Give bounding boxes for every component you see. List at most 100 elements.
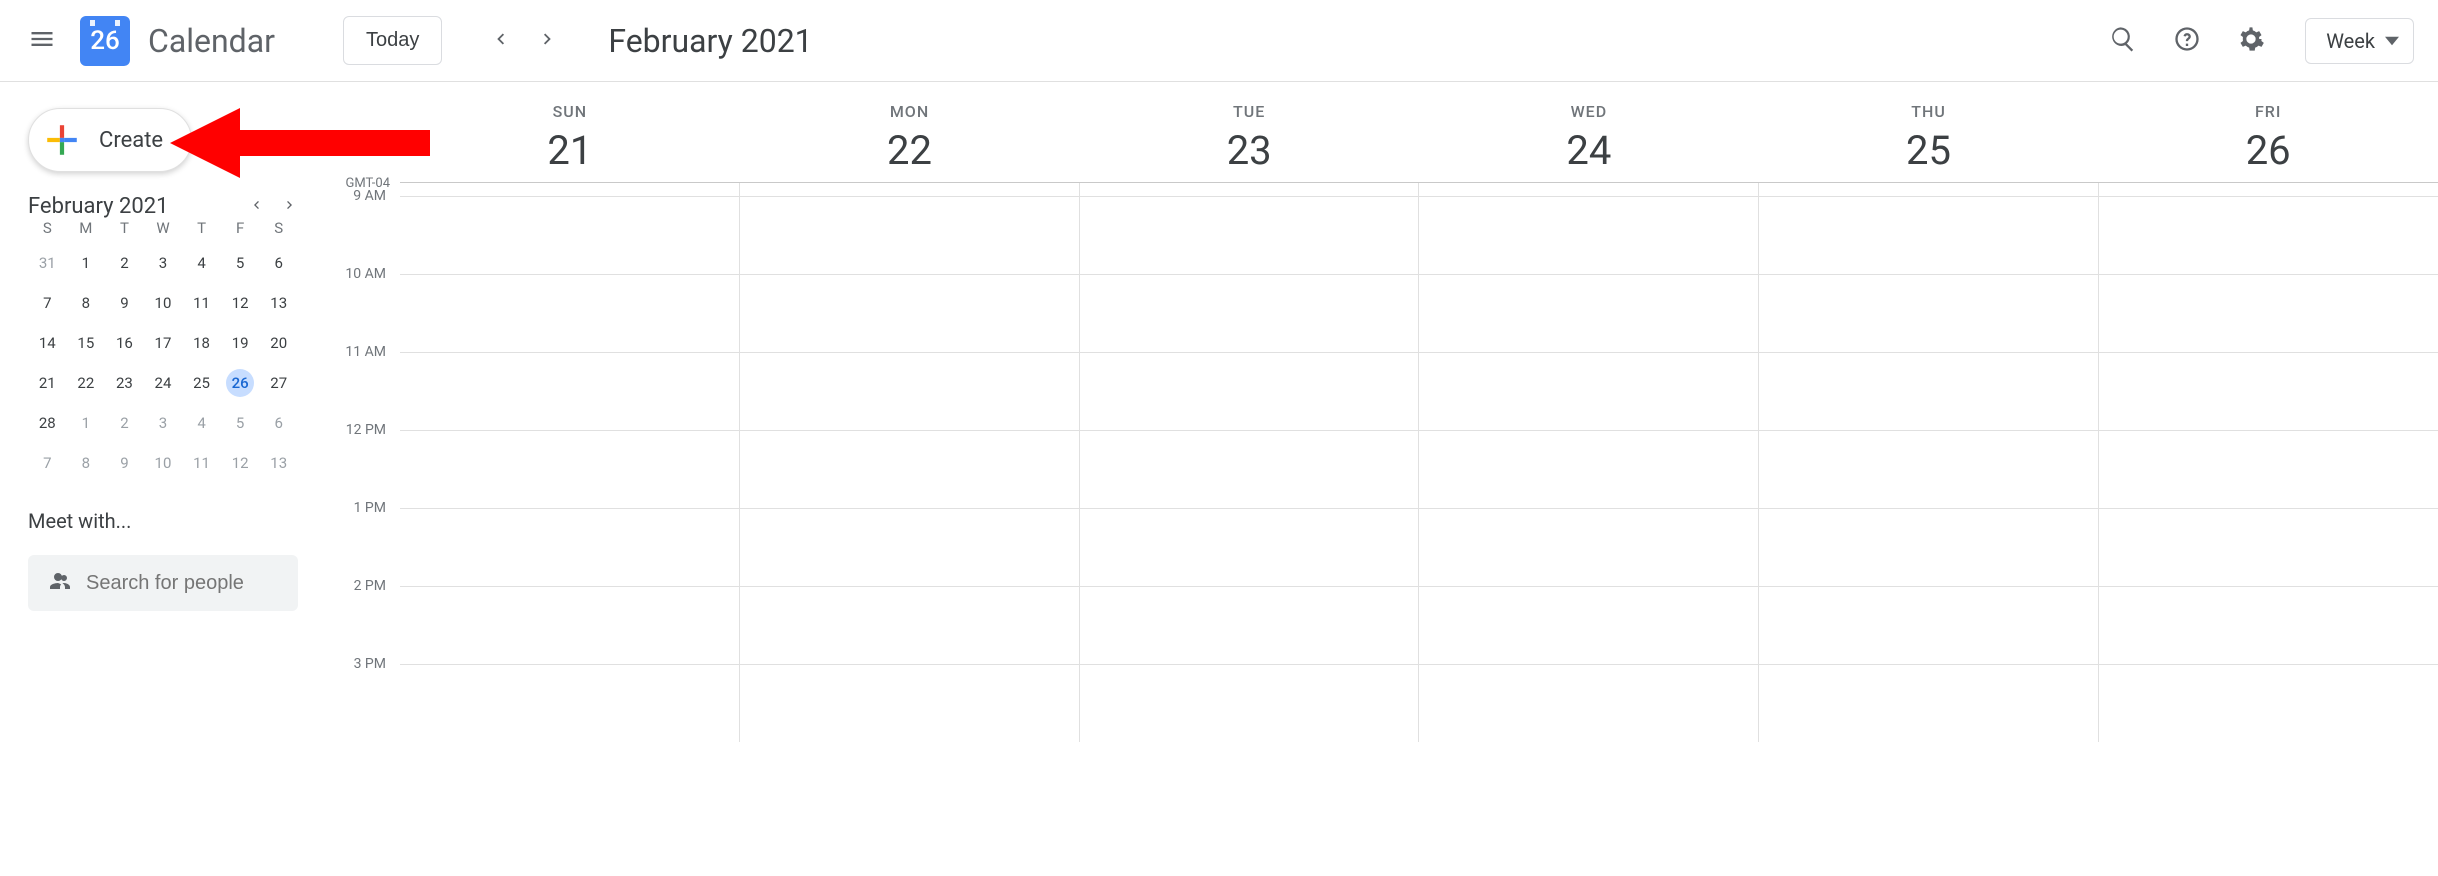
time-cell[interactable] xyxy=(1079,587,1419,664)
mini-day-cell[interactable]: 4 xyxy=(182,249,221,277)
mini-day-cell[interactable]: 8 xyxy=(67,449,106,477)
mini-day-cell[interactable]: 11 xyxy=(182,289,221,317)
mini-day-cell[interactable]: 18 xyxy=(182,329,221,357)
allday-cell[interactable] xyxy=(400,183,739,196)
mini-day-cell[interactable]: 13 xyxy=(259,289,298,317)
mini-day-cell[interactable]: 4 xyxy=(182,409,221,437)
time-cell[interactable] xyxy=(1418,197,1758,274)
mini-day-cell[interactable]: 23 xyxy=(105,369,144,397)
time-cell[interactable] xyxy=(1758,587,2098,664)
mini-day-cell[interactable]: 14 xyxy=(28,329,67,357)
mini-day-cell[interactable]: 16 xyxy=(105,329,144,357)
time-cell[interactable] xyxy=(2098,197,2438,274)
mini-day-cell[interactable]: 2 xyxy=(105,409,144,437)
time-cell[interactable] xyxy=(400,197,739,274)
allday-cell[interactable] xyxy=(2098,183,2438,196)
time-cell[interactable] xyxy=(2098,431,2438,508)
time-cell[interactable] xyxy=(739,431,1079,508)
app-logo[interactable]: 26 Calendar xyxy=(80,16,275,66)
time-cell[interactable] xyxy=(1758,431,2098,508)
mini-day-cell[interactable]: 10 xyxy=(144,449,183,477)
settings-button[interactable] xyxy=(2227,17,2275,65)
main-menu-button[interactable] xyxy=(18,17,66,65)
mini-day-cell[interactable]: 5 xyxy=(221,249,260,277)
time-cell[interactable] xyxy=(739,665,1079,742)
time-cell[interactable] xyxy=(1079,197,1419,274)
time-cell[interactable] xyxy=(400,353,739,430)
time-cell[interactable] xyxy=(1758,509,2098,586)
time-cell[interactable] xyxy=(739,197,1079,274)
mini-day-cell[interactable]: 9 xyxy=(105,449,144,477)
time-cell[interactable] xyxy=(1418,353,1758,430)
time-cell[interactable] xyxy=(1418,431,1758,508)
mini-day-cell[interactable]: 13 xyxy=(259,449,298,477)
allday-cell[interactable] xyxy=(1758,183,2098,196)
time-cell[interactable] xyxy=(1758,275,2098,352)
mini-day-cell[interactable]: 12 xyxy=(221,289,260,317)
create-button[interactable]: Create xyxy=(28,108,192,172)
time-cell[interactable] xyxy=(1079,509,1419,586)
allday-cell[interactable] xyxy=(1079,183,1419,196)
view-switcher[interactable]: Week xyxy=(2305,18,2414,64)
time-cell[interactable] xyxy=(400,275,739,352)
mini-day-cell[interactable]: 1 xyxy=(67,249,106,277)
mini-day-cell[interactable]: 10 xyxy=(144,289,183,317)
mini-day-cell[interactable]: 17 xyxy=(144,329,183,357)
day-column-header[interactable]: FRI26 xyxy=(2098,82,2438,174)
mini-day-cell[interactable]: 6 xyxy=(259,409,298,437)
mini-next-month-button[interactable] xyxy=(282,197,298,217)
time-cell[interactable] xyxy=(1418,275,1758,352)
time-cell[interactable] xyxy=(1418,665,1758,742)
time-cell[interactable] xyxy=(2098,587,2438,664)
day-column-header[interactable]: THU25 xyxy=(1759,82,2099,174)
time-cell[interactable] xyxy=(2098,665,2438,742)
day-column-header[interactable]: TUE23 xyxy=(1079,82,1419,174)
search-people-input[interactable] xyxy=(86,572,280,595)
time-cell[interactable] xyxy=(739,587,1079,664)
mini-day-cell[interactable]: 22 xyxy=(67,369,106,397)
time-cell[interactable] xyxy=(1758,353,2098,430)
time-cell[interactable] xyxy=(2098,509,2438,586)
time-cell[interactable] xyxy=(739,275,1079,352)
mini-day-cell[interactable]: 20 xyxy=(259,329,298,357)
mini-day-cell[interactable]: 12 xyxy=(221,449,260,477)
time-cell[interactable] xyxy=(400,587,739,664)
mini-day-cell[interactable]: 21 xyxy=(28,369,67,397)
help-button[interactable] xyxy=(2163,17,2211,65)
time-cell[interactable] xyxy=(1079,353,1419,430)
mini-day-cell[interactable]: 19 xyxy=(221,329,260,357)
day-column-header[interactable]: MON22 xyxy=(740,82,1080,174)
mini-day-cell[interactable]: 7 xyxy=(28,449,67,477)
mini-day-cell[interactable]: 3 xyxy=(144,249,183,277)
allday-cell[interactable] xyxy=(1418,183,1758,196)
time-cell[interactable] xyxy=(400,509,739,586)
search-people-field[interactable] xyxy=(28,555,298,611)
mini-day-cell[interactable]: 25 xyxy=(182,369,221,397)
mini-day-cell[interactable]: 26 xyxy=(226,369,254,397)
mini-day-cell[interactable]: 31 xyxy=(28,249,67,277)
time-cell[interactable] xyxy=(1418,509,1758,586)
time-grid[interactable]: GMT-04 9 AM10 AM11 AM12 PM1 PM2 PM3 PM xyxy=(320,182,2438,876)
allday-cell[interactable] xyxy=(739,183,1079,196)
time-cell[interactable] xyxy=(1079,431,1419,508)
mini-day-cell[interactable]: 7 xyxy=(28,289,67,317)
time-cell[interactable] xyxy=(739,353,1079,430)
prev-period-button[interactable] xyxy=(478,19,522,63)
time-cell[interactable] xyxy=(400,431,739,508)
mini-day-cell[interactable]: 3 xyxy=(144,409,183,437)
mini-day-cell[interactable]: 8 xyxy=(67,289,106,317)
next-period-button[interactable] xyxy=(526,19,570,63)
day-column-header[interactable]: WED24 xyxy=(1419,82,1759,174)
time-cell[interactable] xyxy=(739,509,1079,586)
today-button[interactable]: Today xyxy=(343,16,442,65)
mini-day-cell[interactable]: 5 xyxy=(221,409,260,437)
mini-day-cell[interactable]: 1 xyxy=(67,409,106,437)
mini-day-cell[interactable]: 2 xyxy=(105,249,144,277)
mini-day-cell[interactable]: 24 xyxy=(144,369,183,397)
time-cell[interactable] xyxy=(2098,275,2438,352)
time-cell[interactable] xyxy=(1758,665,2098,742)
time-cell[interactable] xyxy=(1758,197,2098,274)
time-cell[interactable] xyxy=(1079,665,1419,742)
search-button[interactable] xyxy=(2099,17,2147,65)
mini-prev-month-button[interactable] xyxy=(248,197,264,217)
